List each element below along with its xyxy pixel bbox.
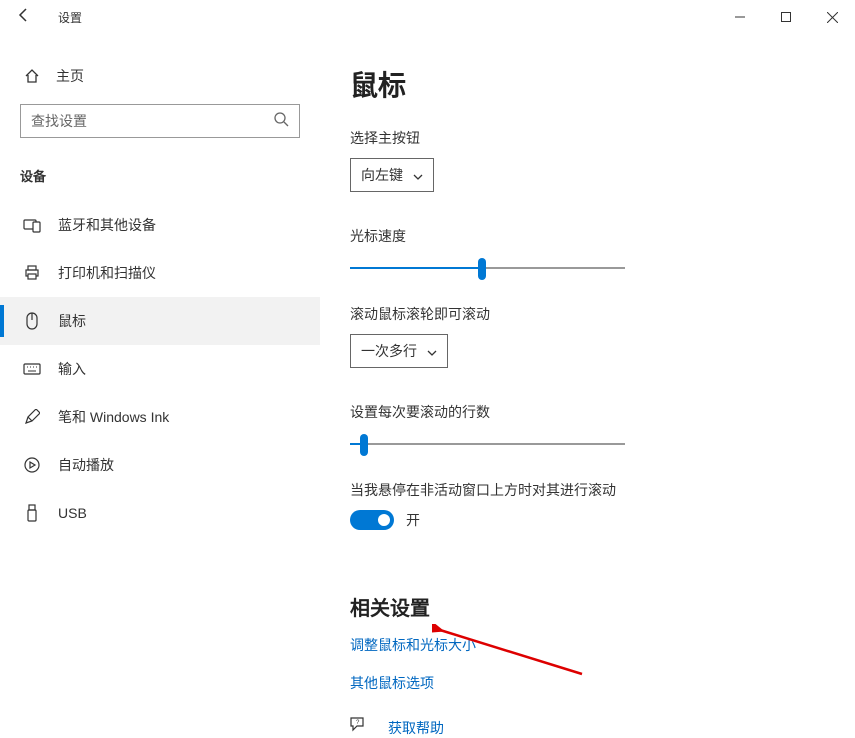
printer-icon: [20, 265, 44, 281]
sidebar-item-mouse[interactable]: 鼠标: [0, 297, 320, 345]
dropdown-value: 向左键: [361, 165, 403, 185]
primary-button-label: 选择主按钮: [350, 128, 855, 148]
help-row[interactable]: ? 获取帮助: [350, 717, 855, 738]
toggle-state-label: 开: [406, 510, 420, 530]
main-content: 鼠标 选择主按钮 向左键 光标速度 滚动鼠标滚轮即可滚动 一次多行 设置每次要滚…: [320, 34, 855, 718]
cursor-speed-slider[interactable]: [350, 256, 625, 280]
search-field[interactable]: [31, 113, 273, 129]
sidebar-item-autoplay[interactable]: 自动播放: [0, 441, 320, 489]
minimize-button[interactable]: [717, 0, 763, 34]
help-icon: ?: [350, 717, 374, 738]
inactive-scroll-toggle[interactable]: [350, 510, 394, 530]
slider-thumb[interactable]: [360, 434, 368, 456]
inactive-scroll-label: 当我悬停在非活动窗口上方时对其进行滚动: [350, 480, 855, 500]
sidebar-item-label: USB: [58, 505, 87, 521]
dropdown-value: 一次多行: [361, 341, 417, 361]
usb-icon: [20, 504, 44, 522]
close-button[interactable]: [809, 0, 855, 34]
svg-text:?: ?: [356, 720, 360, 726]
lines-slider[interactable]: [350, 432, 625, 456]
window-controls: [717, 0, 855, 34]
search-icon: [273, 111, 289, 132]
scroll-wheel-label: 滚动鼠标滚轮即可滚动: [350, 304, 855, 324]
slider-track: [350, 443, 625, 445]
search-input[interactable]: [20, 104, 300, 138]
sidebar-item-pen[interactable]: 笔和 Windows Ink: [0, 393, 320, 441]
sidebar-category: 设备: [0, 138, 320, 193]
help-label: 获取帮助: [388, 718, 444, 738]
link-cursor-size[interactable]: 调整鼠标和光标大小: [350, 635, 855, 655]
sidebar-item-label: 笔和 Windows Ink: [58, 407, 169, 427]
window-title: 设置: [58, 9, 82, 26]
sidebar-item-printers[interactable]: 打印机和扫描仪: [0, 249, 320, 297]
pen-icon: [20, 409, 44, 425]
sidebar-nav: 蓝牙和其他设备 打印机和扫描仪 鼠标 输入: [0, 201, 320, 537]
link-other-mouse-options[interactable]: 其他鼠标选项: [350, 673, 855, 693]
cursor-speed-label: 光标速度: [350, 226, 855, 246]
sidebar-item-label: 输入: [58, 359, 86, 379]
scroll-wheel-dropdown[interactable]: 一次多行: [350, 334, 448, 368]
lines-label: 设置每次要滚动的行数: [350, 402, 855, 422]
sidebar: 主页 设备 蓝牙和其他设备 打印机和扫描仪: [0, 34, 320, 718]
keyboard-icon: [20, 363, 44, 375]
chevron-down-icon: [427, 343, 437, 359]
sidebar-item-label: 打印机和扫描仪: [58, 263, 156, 283]
sidebar-item-label: 蓝牙和其他设备: [58, 215, 156, 235]
chevron-down-icon: [413, 167, 423, 183]
slider-fill: [350, 267, 482, 269]
primary-button-dropdown[interactable]: 向左键: [350, 158, 434, 192]
devices-icon: [20, 217, 44, 233]
back-button[interactable]: [16, 7, 44, 28]
maximize-button[interactable]: [763, 0, 809, 34]
related-heading: 相关设置: [350, 592, 855, 621]
sidebar-item-usb[interactable]: USB: [0, 489, 320, 537]
autoplay-icon: [20, 457, 44, 473]
home-icon: [20, 68, 44, 84]
sidebar-home[interactable]: 主页: [0, 58, 320, 94]
sidebar-home-label: 主页: [56, 66, 84, 86]
toggle-knob: [378, 514, 390, 526]
mouse-icon: [20, 312, 44, 330]
page-title: 鼠标: [350, 64, 855, 104]
titlebar: 设置: [0, 0, 855, 34]
sidebar-item-label: 鼠标: [58, 311, 86, 331]
sidebar-item-bluetooth[interactable]: 蓝牙和其他设备: [0, 201, 320, 249]
slider-thumb[interactable]: [478, 258, 486, 280]
sidebar-item-label: 自动播放: [58, 455, 114, 475]
sidebar-item-typing[interactable]: 输入: [0, 345, 320, 393]
